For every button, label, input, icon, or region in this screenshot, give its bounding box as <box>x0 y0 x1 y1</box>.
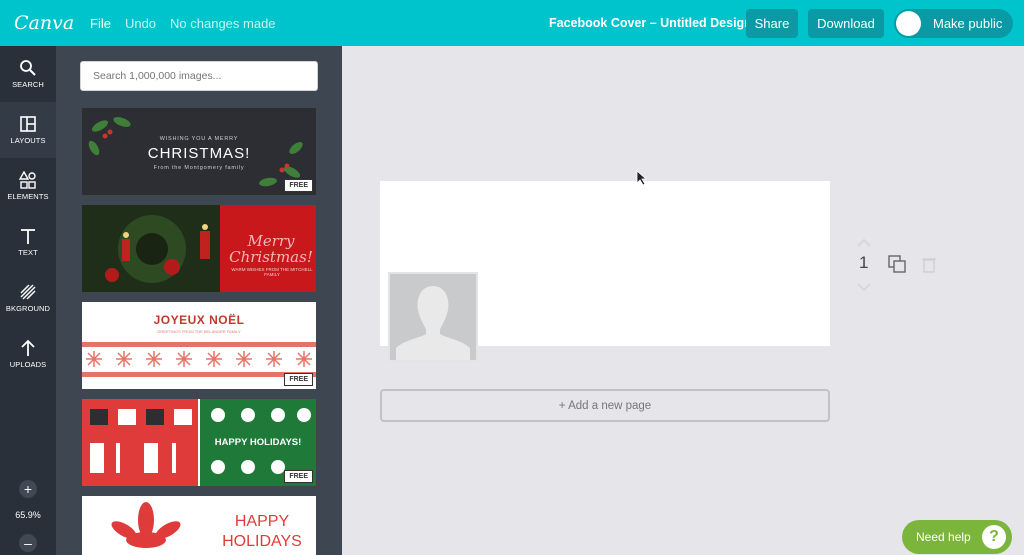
move-up-icon[interactable] <box>850 235 880 249</box>
rail-item-elements[interactable]: ELEMENTS <box>0 158 56 214</box>
stripe-decoration <box>82 372 316 377</box>
layout-subtitle: WARM WISHES FROM THE MITCHELL FAMILY <box>231 267 313 277</box>
move-down-icon[interactable] <box>850 281 880 295</box>
rail-item-search[interactable]: SEARCH <box>0 46 56 102</box>
gift-ornament-pattern-icon <box>90 409 192 473</box>
layout-thumbnail[interactable]: JOYEUX NOËL GREETINGS FROM THE BELANGER … <box>82 302 316 389</box>
layout-title: JOYEUX NOËL <box>153 313 245 327</box>
free-badge: FREE <box>284 179 313 192</box>
make-public-toggle[interactable]: Make public <box>894 9 1013 38</box>
layout-small-text: From the Montgomery family <box>153 165 245 171</box>
layouts-panel: WISHING YOU A MERRY CHRISTMAS! From the … <box>56 46 342 555</box>
rail-item-uploads[interactable]: UPLOADS <box>0 326 56 382</box>
rail-label: BKGROUND <box>5 304 51 313</box>
file-menu[interactable]: File <box>90 16 111 31</box>
layout-small-text: WISHING YOU A MERRY <box>159 136 239 142</box>
layout-title: CHRISTMAS! <box>147 145 251 162</box>
question-icon: ? <box>982 525 1006 549</box>
document-title[interactable]: Facebook Cover – Untitled Design <box>549 16 752 30</box>
toggle-knob[interactable] <box>896 11 921 36</box>
layout-thumbnail[interactable]: Merry Christmas! WARM WISHES FROM THE MI… <box>82 205 316 292</box>
undo-button[interactable]: Undo <box>125 16 156 31</box>
share-button[interactable]: Share <box>746 9 798 38</box>
page-number: 1 <box>859 253 869 272</box>
profile-picture-placeholder[interactable] <box>388 272 478 362</box>
need-help-button[interactable]: Need help ? <box>902 520 1012 554</box>
download-button[interactable]: Download <box>808 9 884 38</box>
left-rail: SEARCH LAYOUTS ELEMENTS TEXT BKGROUND UP… <box>0 46 56 555</box>
wreath-photo <box>82 205 220 292</box>
free-badge: FREE <box>284 373 313 386</box>
rail-item-text[interactable]: TEXT <box>0 214 56 270</box>
rail-label: SEARCH <box>12 80 44 89</box>
rail-label: ELEMENTS <box>7 192 49 201</box>
candle-wreath-image <box>105 215 210 283</box>
layout-title: HAPPY HOLIDAYS! <box>214 437 302 448</box>
layout-thumbnail[interactable]: HAPPY HOLIDAYS <box>82 496 316 555</box>
add-page-button[interactable]: + Add a new page <box>380 389 830 422</box>
layout-thumbnail[interactable]: HAPPY HOLIDAYS! FREE <box>82 399 316 486</box>
search-icon <box>20 60 36 76</box>
layout-thumbnail[interactable]: WISHING YOU A MERRY CHRISTMAS! From the … <box>82 108 316 195</box>
stripe-decoration <box>82 342 316 347</box>
top-bar: Canva File Undo No changes made Facebook… <box>0 0 1024 46</box>
rail-label: TEXT <box>18 248 38 257</box>
mouse-cursor-icon <box>636 170 648 186</box>
canva-logo[interactable]: Canva <box>14 12 76 34</box>
search-images-input[interactable] <box>80 61 318 91</box>
delete-page-icon[interactable] <box>920 255 938 273</box>
save-status: No changes made <box>170 15 276 31</box>
zoom-out-button[interactable]: – <box>19 534 37 552</box>
layout-title: HAPPY HOLIDAYS <box>222 513 302 550</box>
text-icon <box>21 229 35 244</box>
make-public-label: Make public <box>933 16 1003 31</box>
rail-item-background[interactable]: BKGROUND <box>0 270 56 326</box>
poinsettia-icon <box>111 502 181 548</box>
rail-label: LAYOUTS <box>10 136 46 145</box>
zoom-level: 65.9% <box>15 510 41 520</box>
rail-item-layouts[interactable]: LAYOUTS <box>0 102 56 158</box>
upload-icon <box>21 339 35 356</box>
ornament-panel <box>82 399 198 486</box>
layout-subtitle: GREETINGS FROM THE BELANGER FAMILY <box>157 329 241 334</box>
rail-label: UPLOADS <box>9 360 47 369</box>
layout-title: Merry Christmas! <box>229 232 313 266</box>
background-icon <box>20 284 36 300</box>
duplicate-page-icon[interactable] <box>888 255 906 273</box>
snowflake-pattern-icon <box>86 351 312 367</box>
layouts-icon <box>20 116 36 132</box>
free-badge: FREE <box>284 470 313 483</box>
elements-icon <box>19 171 36 189</box>
person-silhouette-icon <box>396 286 470 360</box>
need-help-label: Need help <box>916 530 971 544</box>
zoom-in-button[interactable]: + <box>19 480 37 498</box>
